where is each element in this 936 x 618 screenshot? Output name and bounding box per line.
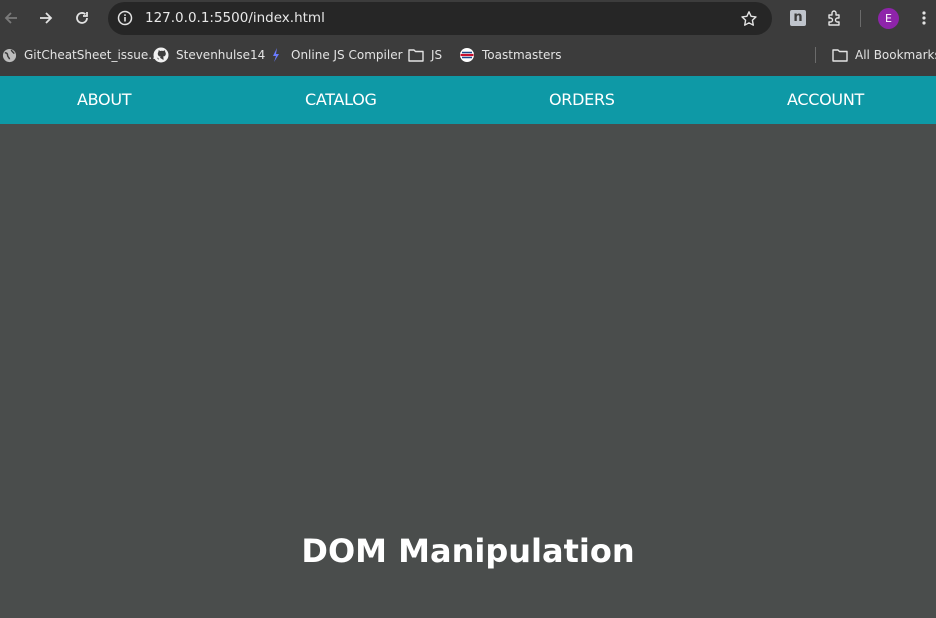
site-nav: ABOUT CATALOG ORDERS ACCOUNT [0, 76, 936, 124]
nav-about-link[interactable]: ABOUT [77, 76, 132, 124]
bookmark-item[interactable]: Stevenhulse14 [153, 37, 265, 73]
toastmasters-icon [459, 47, 475, 63]
nav-orders-link[interactable]: ORDERS [549, 76, 615, 124]
bookmark-item[interactable]: JS [408, 37, 442, 73]
address-bar[interactable]: 127.0.0.1:5500/index.html [108, 2, 772, 35]
bookmark-label: Stevenhulse14 [176, 48, 266, 62]
bookmark-item[interactable]: Toastmasters [459, 37, 562, 73]
main-content: DOM Manipulation [0, 124, 936, 618]
site-info-icon[interactable] [117, 10, 133, 26]
bookmark-label: GitCheatSheet_issue... [24, 48, 160, 62]
reload-button[interactable] [68, 4, 96, 32]
extension-n-icon[interactable]: n [790, 10, 806, 26]
nav-account-link[interactable]: ACCOUNT [787, 76, 864, 124]
all-bookmarks-label: All Bookmarks [855, 48, 936, 62]
nav-catalog-link[interactable]: CATALOG [305, 76, 377, 124]
bookmarks-bar: GitCheatSheet_issue... Stevenhulse14 Onl… [0, 37, 936, 76]
back-icon [4, 12, 17, 24]
browser-toolbar: 127.0.0.1:5500/index.html n E [0, 0, 936, 37]
back-button[interactable] [0, 4, 25, 32]
bookmark-item[interactable]: GitCheatSheet_issue... [1, 37, 160, 73]
bookmark-label: Online JS Compiler [291, 48, 403, 62]
menu-button[interactable] [910, 4, 936, 32]
toolbar-divider [860, 10, 861, 27]
forward-icon [40, 12, 53, 24]
compiler-icon [268, 47, 284, 63]
bookmark-star-icon[interactable] [740, 10, 758, 28]
profile-avatar[interactable]: E [878, 8, 899, 29]
globe-icon [1, 47, 17, 63]
menu-icon [922, 11, 926, 25]
folder-icon [832, 47, 848, 63]
forward-button[interactable] [32, 4, 60, 32]
bookmarks-divider [815, 47, 816, 63]
page-heading: DOM Manipulation [301, 532, 635, 570]
extensions-icon [828, 10, 840, 26]
extensions-button[interactable] [821, 4, 849, 32]
reload-icon [76, 12, 88, 24]
folder-icon [408, 47, 424, 63]
bookmark-label: JS [431, 48, 443, 62]
all-bookmarks-button[interactable]: All Bookmarks [832, 37, 936, 73]
bookmark-label: Toastmasters [482, 48, 562, 62]
github-icon [153, 47, 169, 63]
url-text[interactable]: 127.0.0.1:5500/index.html [145, 2, 325, 35]
bookmark-item[interactable]: Online JS Compiler [268, 37, 403, 73]
